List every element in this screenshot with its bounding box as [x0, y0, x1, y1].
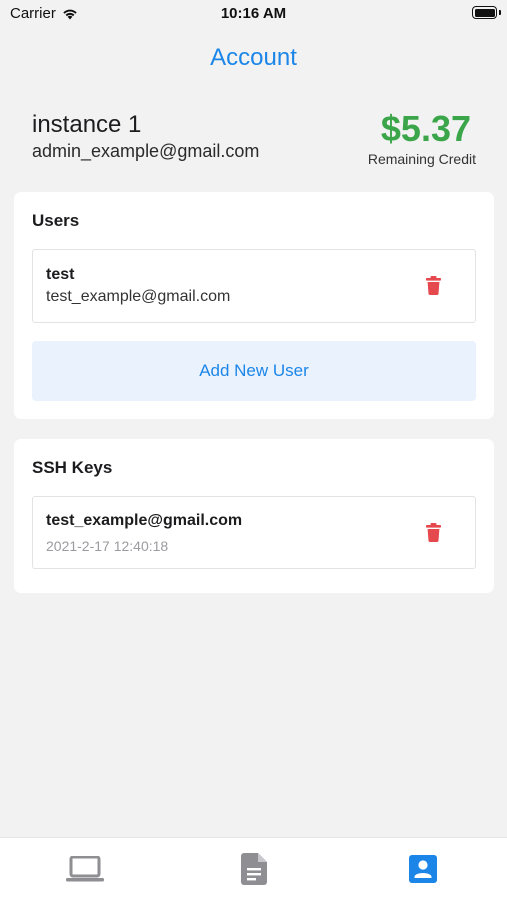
- delete-user-icon[interactable]: [426, 276, 441, 295]
- ssh-keys-card: SSH Keys test_example@gmail.com 2021-2-1…: [14, 439, 494, 593]
- add-new-user-button[interactable]: Add New User: [32, 341, 476, 401]
- tab-bar: [0, 837, 507, 900]
- laptop-icon: [65, 856, 104, 882]
- document-icon: [240, 853, 267, 885]
- status-bar: Carrier 10:16 AM: [0, 0, 507, 28]
- credit-label: Remaining Credit: [367, 151, 476, 167]
- user-email: test_example@gmail.com: [46, 288, 231, 305]
- account-email: admin_example@gmail.com: [32, 141, 260, 161]
- page-title: Account: [210, 44, 297, 71]
- users-section-title: Users: [32, 211, 80, 230]
- instance-name: instance 1: [32, 111, 142, 138]
- ssh-key-date: 2021-2-17 12:40:18: [46, 538, 169, 554]
- credit-amount: $5.37: [380, 108, 471, 149]
- ssh-key-list-item[interactable]: test_example@gmail.com 2021-2-17 12:40:1…: [32, 496, 476, 569]
- delete-ssh-key-icon[interactable]: [426, 523, 441, 542]
- user-name: test: [46, 266, 75, 283]
- tab-documents[interactable]: [169, 838, 338, 900]
- ssh-key-name: test_example@gmail.com: [46, 512, 243, 529]
- tab-account[interactable]: [338, 838, 507, 900]
- tab-instances[interactable]: [0, 838, 169, 900]
- user-list-item[interactable]: test test_example@gmail.com: [32, 249, 476, 323]
- status-time: 10:16 AM: [220, 5, 287, 22]
- ssh-keys-section-title: SSH Keys: [32, 458, 113, 477]
- battery-icon: [472, 6, 497, 19]
- users-card: Users test test_example@gmail.com Add Ne…: [14, 192, 494, 419]
- account-icon: [408, 855, 437, 883]
